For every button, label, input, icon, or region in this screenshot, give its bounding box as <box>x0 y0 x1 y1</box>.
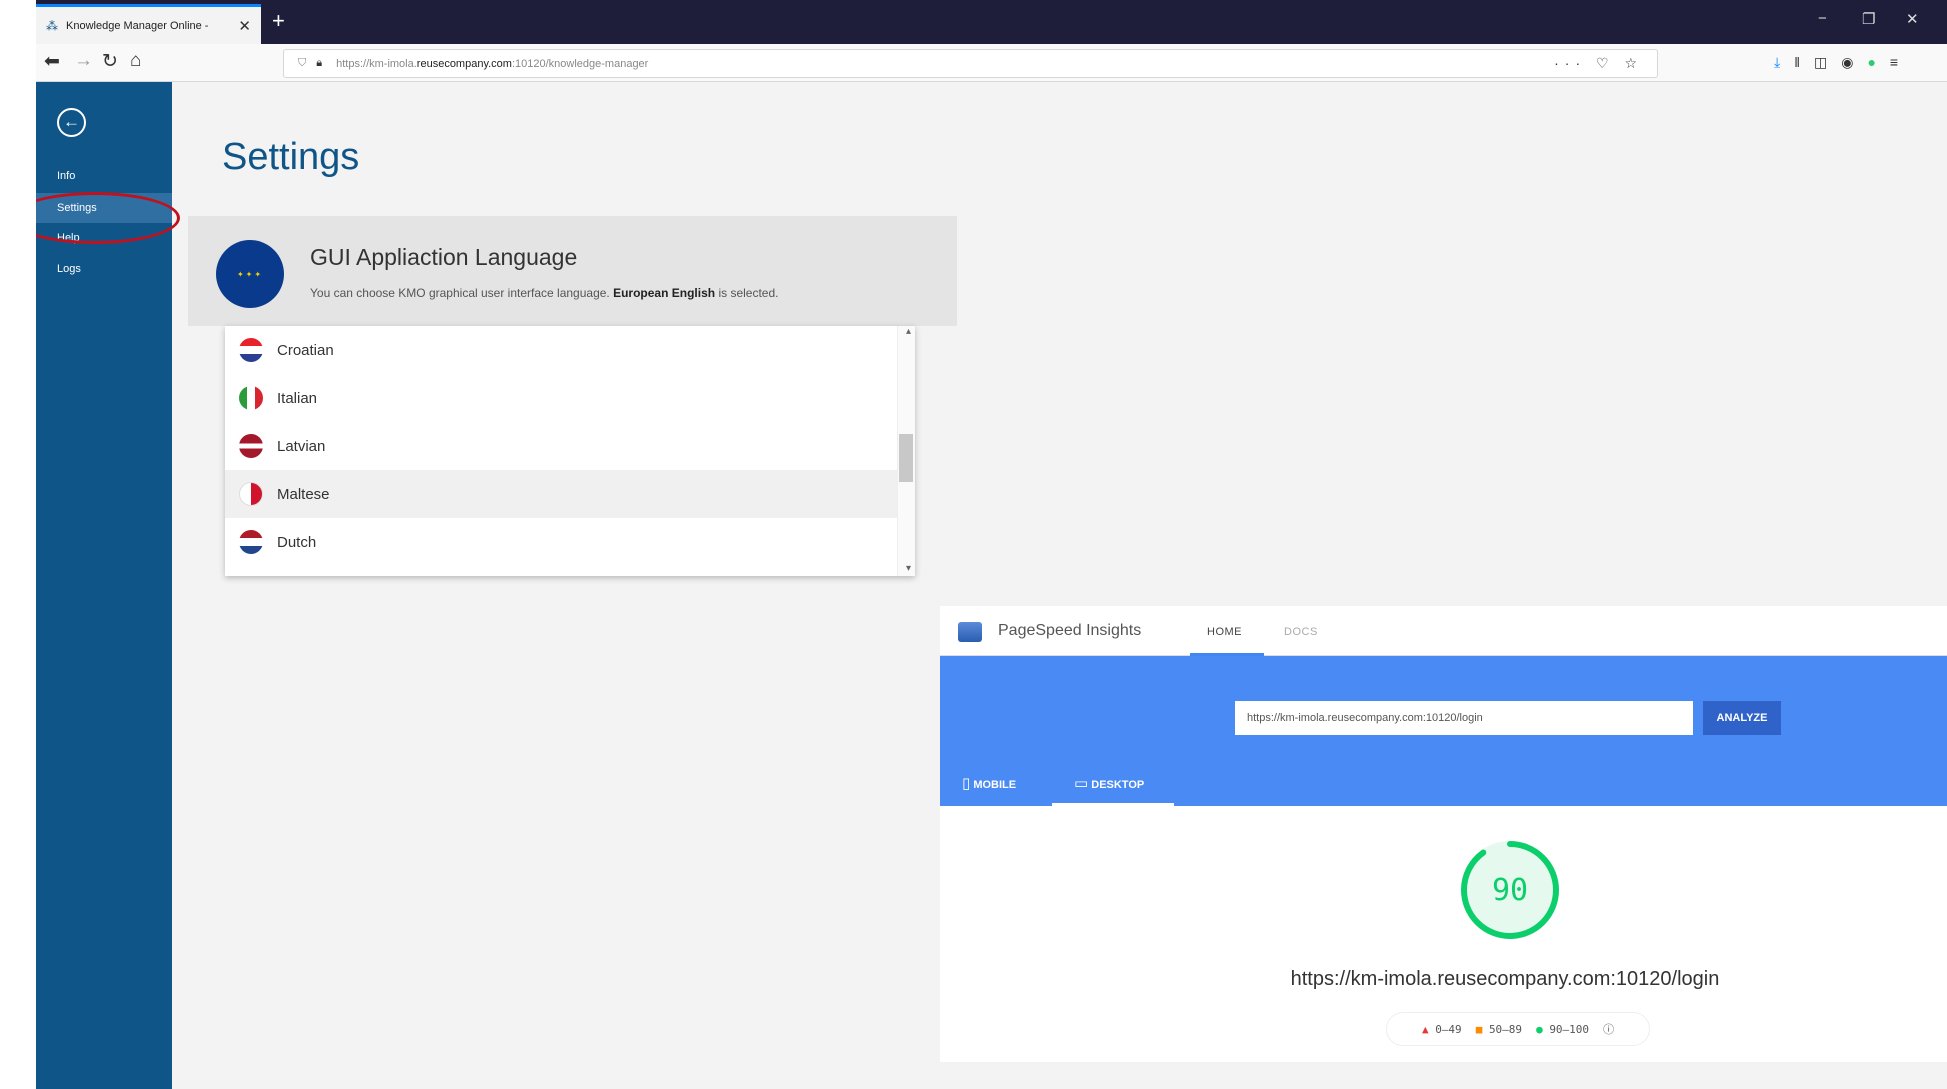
close-window-button[interactable]: ✕ <box>1906 10 1919 28</box>
active-device-indicator <box>1052 803 1174 806</box>
language-header: ✦✦✦ GUI Appliaction Language You can cho… <box>188 216 957 326</box>
mobile-label: MOBILE <box>973 779 1017 791</box>
italy-flag-icon <box>239 386 263 410</box>
pagespeed-logo-icon <box>958 622 982 642</box>
pagespeed-search-panel: https://km-imola.reusecompany.com:10120/… <box>940 656 1947 806</box>
toolbar-icons: ⤓‖◫◉●≡ <box>1774 54 1912 71</box>
language-label: Italian <box>277 389 318 407</box>
language-label: Dutch <box>277 533 317 551</box>
pagespeed-card: PageSpeed Insights HOME DOCS https://km-… <box>940 606 1947 1062</box>
square-icon: ■ <box>1475 1022 1483 1036</box>
language-option-latvian[interactable]: Latvian <box>225 422 897 470</box>
tab-desktop[interactable]: ▭ DESKTOP <box>1074 774 1144 792</box>
language-option-croatian[interactable]: Croatian <box>225 326 897 374</box>
url-actions[interactable]: ··· ♡ ☆ <box>1554 55 1643 72</box>
language-option-dutch[interactable]: Dutch <box>225 518 897 566</box>
desktop-label: DESKTOP <box>1091 779 1145 791</box>
reload-icon[interactable]: ↻ <box>102 50 118 73</box>
netherlands-flag-icon <box>239 530 263 554</box>
language-heading: GUI Appliaction Language <box>310 244 578 270</box>
url-text: https://km-imola.reusecompany.com:10120/… <box>336 57 649 70</box>
laptop-icon: ▭ <box>1074 775 1089 792</box>
scroll-up-icon[interactable]: ▴ <box>906 326 911 337</box>
back-circle-icon[interactable]: ← <box>57 108 86 137</box>
score-legend: ▲ 0–49 ■ 50–89 ● 90–100 ⓘ <box>1386 1012 1650 1046</box>
page-title: Settings <box>222 136 360 178</box>
malta-flag-icon <box>239 482 263 506</box>
language-label: Maltese <box>277 485 330 503</box>
sidebar-item-logs[interactable]: Logs <box>36 254 172 284</box>
circle-icon: ● <box>1536 1022 1543 1036</box>
language-option-italian[interactable]: Italian <box>225 374 897 422</box>
selected-language: European English <box>613 286 716 300</box>
info-icon[interactable]: ⓘ <box>1603 1021 1614 1037</box>
language-label: Croatian <box>277 341 334 359</box>
scrollbar-thumb[interactable] <box>899 434 913 482</box>
analyze-button[interactable]: ANALYZE <box>1703 701 1781 735</box>
lock-icon: 🔒︎ <box>316 57 323 69</box>
forward-arrow-icon[interactable]: → <box>74 50 93 72</box>
sidebar-icon[interactable]: ◫ <box>1814 54 1841 70</box>
tab-close-icon[interactable]: ✕ <box>238 17 251 35</box>
browser-nav-bar: ⬅ → ↻ ⌂ ⛉ 🔒︎ https://km-imola.reusecompa… <box>36 44 1947 82</box>
library-icon[interactable]: ‖ <box>1794 54 1814 70</box>
pagespeed-name: PageSpeed Insights <box>998 622 1142 639</box>
screenshot: ⁂ Knowledge Manager Online - ✕ + − ❐ ✕ ⬅… <box>36 0 1947 1089</box>
phone-icon: ▯ <box>962 775 971 792</box>
back-arrow-icon[interactable]: ⬅ <box>44 50 60 73</box>
eu-flag-icon: ✦✦✦ <box>216 240 284 308</box>
download-icon[interactable]: ⤓ <box>1774 54 1794 70</box>
url-input[interactable]: https://km-imola.reusecompany.com:10120/… <box>1235 701 1693 735</box>
tested-url: https://km-imola.reusecompany.com:10120/… <box>1290 968 1720 990</box>
tab-title: Knowledge Manager Online - <box>66 19 209 32</box>
language-option-maltese[interactable]: Maltese <box>225 470 897 518</box>
new-tab-button[interactable]: + <box>272 8 285 34</box>
tab-docs[interactable]: DOCS <box>1284 626 1318 638</box>
tab-home[interactable]: HOME <box>1207 626 1242 638</box>
pagespeed-header: PageSpeed Insights HOME DOCS <box>940 606 1947 656</box>
triangle-icon: ▲ <box>1421 1022 1429 1036</box>
browser-tab[interactable]: ⁂ Knowledge Manager Online - ✕ <box>36 4 261 44</box>
score-gauge: 90 <box>1461 841 1559 939</box>
favicon-icon: ⁂ <box>46 18 58 33</box>
language-scrollbar[interactable]: ▴ ▾ <box>897 326 915 576</box>
language-description: You can choose KMO graphical user interf… <box>310 286 779 300</box>
sidebar-item-info[interactable]: Info <box>36 161 172 191</box>
shield-icon: ⛉ <box>298 57 307 69</box>
minimize-button[interactable]: − <box>1818 10 1827 27</box>
home-icon[interactable]: ⌂ <box>130 50 141 72</box>
tab-mobile[interactable]: ▯ MOBILE <box>962 774 1016 792</box>
legend-high: ● 90–100 <box>1536 1022 1590 1036</box>
extension-icon[interactable]: ● <box>1867 54 1889 70</box>
url-bar[interactable]: ⛉ 🔒︎ https://km-imola.reusecompany.com:1… <box>283 49 1658 78</box>
legend-mid: ■ 50–89 <box>1475 1022 1523 1036</box>
scroll-down-icon[interactable]: ▾ <box>906 563 911 574</box>
latvia-flag-icon <box>239 434 263 458</box>
language-label: Latvian <box>277 437 326 455</box>
account-icon[interactable]: ◉ <box>1841 54 1867 70</box>
restore-button[interactable]: ❐ <box>1862 10 1875 28</box>
browser-tab-bar: ⁂ Knowledge Manager Online - ✕ + − ❐ ✕ <box>36 0 1947 44</box>
menu-icon[interactable]: ≡ <box>1890 54 1912 70</box>
croatia-flag-icon <box>239 338 263 362</box>
score-value: 90 <box>1492 873 1528 908</box>
language-dropdown-list: Croatian Italian Latvian Maltese Dutch ▴… <box>225 326 915 576</box>
legend-low: ▲ 0–49 <box>1421 1022 1462 1036</box>
